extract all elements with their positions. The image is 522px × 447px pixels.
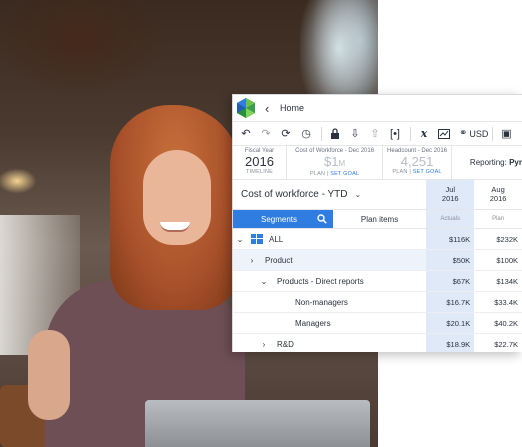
kpi-value: 4,251 — [400, 154, 434, 169]
currency-label: USD — [469, 128, 489, 139]
table-cell[interactable]: $20.1K — [426, 313, 475, 333]
row-label-text: Non-managers — [295, 297, 348, 307]
row-label: Non-managers — [233, 292, 426, 312]
app-window: ‹ Home ↶ ↷ ⟳ ◷ ⇩ ⇧ [•] x ⚭ USD ▣ Fiscal … — [232, 94, 522, 352]
table-row[interactable]: Non-managers $16.7K $33.4K — [233, 292, 522, 313]
expand-columns-icon[interactable]: [•] — [386, 125, 404, 143]
table-cell[interactable]: $100K — [474, 250, 522, 270]
column-month: Jul — [445, 185, 456, 194]
search-icon[interactable] — [317, 214, 327, 224]
table-cell[interactable]: $16.7K — [426, 292, 475, 312]
table-cell[interactable]: $40.2K — [474, 313, 522, 333]
sort-descending-icon[interactable]: ⇩ — [346, 125, 364, 143]
chevron-down-icon[interactable]: ⌄ — [259, 277, 269, 286]
grid-header: Cost of workforce - YTD ⌄ Jul 2016 Aug 2… — [233, 180, 522, 210]
chevron-down-icon: ⌄ — [354, 190, 362, 199]
row-label: ⌄ ALL — [233, 229, 426, 249]
title-bar: ‹ Home — [233, 95, 522, 122]
chevron-right-icon[interactable]: › — [259, 340, 269, 349]
back-chevron-icon[interactable]: ‹ — [265, 101, 275, 116]
row-label: › R&D — [233, 334, 426, 352]
table-row[interactable]: ⌄ Products - Direct reports $67K $134K — [233, 271, 522, 292]
view-selector[interactable]: Cost of workforce - YTD ⌄ — [233, 180, 426, 209]
table-row[interactable]: › Product $50K $100K — [233, 250, 522, 271]
row-label-text: Products - Direct reports — [277, 276, 364, 286]
row-label-text: Product — [265, 255, 293, 265]
kpi-fiscal-year[interactable]: Fiscal Year 2016 TIMELINE — [233, 146, 287, 179]
redo-icon[interactable]: ↷ — [257, 125, 275, 143]
toolbar-divider — [410, 126, 411, 141]
toolbar: ↶ ↷ ⟳ ◷ ⇩ ⇧ [•] x ⚭ USD ▣ — [233, 122, 522, 146]
column-header-aug[interactable]: Aug 2016 — [474, 180, 522, 209]
row-label-text: R&D — [277, 339, 294, 349]
table-cell[interactable]: $22.7K — [474, 334, 522, 352]
column-month: Aug — [491, 185, 505, 194]
sort-ascending-icon[interactable]: ⇧ — [366, 125, 384, 143]
column-header-jul[interactable]: Jul 2016 — [426, 180, 475, 209]
set-goal-link[interactable]: SET GOAL — [413, 169, 442, 175]
currency-coins-icon: ⚭ — [459, 128, 468, 139]
table-cell[interactable]: $50K — [426, 250, 475, 270]
dimension-tabs: Segments Plan items Actuals Plan — [233, 210, 522, 229]
presentation-icon[interactable]: ▣ — [497, 125, 515, 143]
row-label: › Product — [233, 250, 427, 270]
person-arm — [28, 330, 70, 420]
kpi-value: $1M — [324, 154, 346, 169]
formula-icon[interactable]: x — [415, 125, 433, 143]
currency-selector[interactable]: ⚭ USD — [459, 128, 488, 139]
table-cell[interactable]: $134K — [474, 271, 522, 291]
kpi-sub: PLAN | SET GOAL — [392, 169, 442, 175]
chevron-down-icon[interactable]: ⌄ — [235, 235, 245, 244]
laptop — [145, 400, 370, 447]
table-cell[interactable]: $116K — [426, 229, 475, 249]
column-year: 2016 — [489, 194, 507, 203]
reporting-selector[interactable]: Reporting: Pyr — [452, 146, 522, 179]
column-type-plan: Plan — [492, 216, 505, 222]
row-label-text: ALL — [269, 234, 284, 244]
tab-plan-items[interactable]: Plan items — [333, 210, 427, 228]
table-row[interactable]: Managers $20.1K $40.2K — [233, 313, 522, 334]
column-type-actuals: Actuals — [426, 210, 475, 228]
kpi-headcount[interactable]: Headcount - Dec 2016 4,251 PLAN | SET GO… — [383, 146, 452, 179]
table-cell[interactable]: $33.4K — [474, 292, 522, 312]
row-label-text: Managers — [295, 318, 331, 328]
grid-icon — [251, 234, 263, 244]
table-row[interactable]: › R&D $18.9K $22.7K — [233, 334, 522, 352]
kpi-sub: PLAN | SET GOAL — [309, 171, 360, 177]
chart-icon[interactable] — [435, 125, 453, 143]
kpi-bar: Fiscal Year 2016 TIMELINE Cost of Workfo… — [233, 146, 522, 180]
kpi-sub: TIMELINE — [246, 169, 273, 175]
reporting-value: Pyr — [509, 158, 522, 167]
table-cell[interactable]: $232K — [474, 229, 522, 249]
table-row[interactable]: ⌄ ALL $116K $232K — [233, 229, 522, 250]
history-icon[interactable]: ◷ — [297, 125, 315, 143]
table-cell[interactable]: $18.9K — [426, 334, 475, 352]
undo-icon[interactable]: ↶ — [237, 125, 255, 143]
kpi-cost-of-workforce[interactable]: Cost of Workforce - Dec 2016 $1M PLAN | … — [287, 146, 384, 179]
toolbar-divider — [492, 126, 494, 141]
table-cell[interactable]: $67K — [426, 271, 475, 291]
chevron-right-icon[interactable]: › — [247, 256, 257, 265]
lock-icon[interactable] — [326, 125, 344, 143]
toolbar-divider — [321, 126, 322, 141]
row-label: ⌄ Products - Direct reports — [233, 271, 426, 291]
reporting-label: Reporting: — [469, 158, 507, 167]
column-year: 2016 — [441, 194, 459, 203]
app-logo-icon — [237, 98, 255, 118]
home-breadcrumb[interactable]: Home — [280, 103, 304, 113]
refresh-icon[interactable]: ⟳ — [277, 125, 295, 143]
tab-segments[interactable]: Segments — [233, 210, 333, 228]
kpi-value: 2016 — [245, 154, 274, 169]
view-title: Cost of workforce - YTD — [241, 189, 348, 200]
tab-segments-label: Segments — [261, 214, 298, 224]
set-goal-link[interactable]: SET GOAL — [330, 171, 359, 177]
row-label: Managers — [233, 313, 426, 333]
